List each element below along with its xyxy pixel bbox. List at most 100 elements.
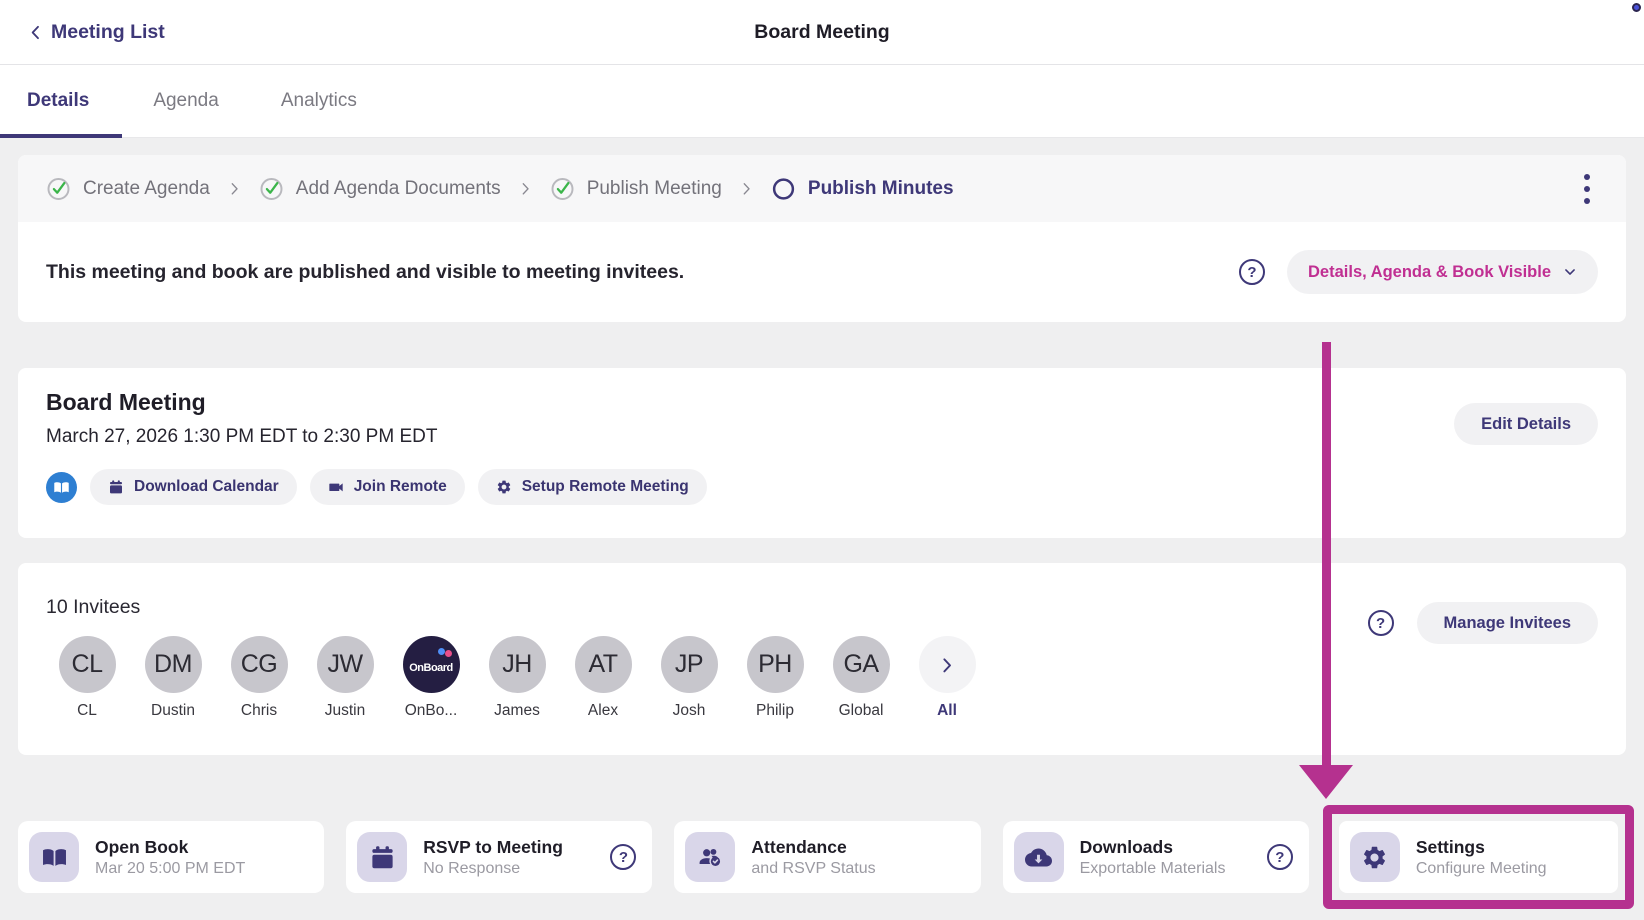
- tab-analytics[interactable]: Analytics: [250, 65, 388, 137]
- all-invitees-circle: [919, 636, 976, 693]
- chevron-right-icon: [518, 181, 533, 196]
- step-add-agenda-documents[interactable]: Add Agenda Documents: [259, 176, 501, 201]
- help-icon[interactable]: ?: [1267, 844, 1293, 870]
- invitee-avatar-row: CL CL DM Dustin CG Chris JW Justin: [46, 636, 1598, 720]
- invitee-name: Global: [839, 702, 884, 720]
- visibility-dropdown[interactable]: Details, Agenda & Book Visible: [1287, 250, 1598, 294]
- card-subtitle: Exportable Materials: [1080, 860, 1226, 878]
- attendance-people-icon: [697, 844, 724, 871]
- publish-status-banner: This meeting and book are published and …: [18, 222, 1626, 322]
- invitee-item[interactable]: CG Chris: [227, 636, 291, 720]
- rsvp-card[interactable]: RSVP to Meeting No Response ?: [346, 821, 652, 893]
- invitee-name: Chris: [241, 702, 277, 720]
- meeting-title: Board Meeting: [46, 389, 707, 416]
- recording-indicator-dot: [1632, 3, 1641, 12]
- chip-label: Download Calendar: [134, 478, 279, 496]
- calendar-icon: [108, 479, 124, 495]
- meeting-datetime: March 27, 2026 1:30 PM EDT to 2:30 PM ED…: [46, 426, 707, 448]
- invitee-item[interactable]: JH James: [485, 636, 549, 720]
- icon-box: [29, 832, 79, 882]
- icon-box: [1014, 832, 1064, 882]
- join-remote-button[interactable]: Join Remote: [310, 469, 465, 505]
- meeting-details-screen: Meeting List Board Meeting Details Agend…: [0, 0, 1644, 920]
- view-all-label: All: [937, 702, 957, 720]
- step-publish-meeting[interactable]: Publish Meeting: [550, 176, 722, 201]
- help-icon[interactable]: ?: [1239, 259, 1265, 285]
- manage-invitees-button[interactable]: Manage Invitees: [1417, 602, 1598, 644]
- invitee-item[interactable]: DM Dustin: [141, 636, 205, 720]
- tab-agenda[interactable]: Agenda: [122, 65, 250, 137]
- help-icon[interactable]: ?: [1368, 610, 1394, 636]
- invitee-name: Philip: [756, 702, 794, 720]
- back-to-meeting-list-link[interactable]: Meeting List: [27, 21, 165, 44]
- onboard-logo-dot: [438, 648, 445, 655]
- cloud-download-icon: [1025, 844, 1052, 871]
- card-text: Open Book Mar 20 5:00 PM EDT: [95, 837, 245, 878]
- kebab-menu-icon: [1584, 173, 1590, 205]
- invitee-item[interactable]: CL CL: [55, 636, 119, 720]
- meeting-actions: Download Calendar Join Remote Setup Remo…: [46, 469, 707, 505]
- workflow-more-menu-button[interactable]: [1576, 171, 1598, 207]
- gear-icon: [1361, 844, 1388, 871]
- attendance-card[interactable]: Attendance and RSVP Status: [674, 821, 980, 893]
- annotation-highlight-box: Settings Configure Meeting: [1323, 805, 1634, 909]
- card-text: Attendance and RSVP Status: [751, 837, 875, 878]
- invitee-name: Dustin: [151, 702, 195, 720]
- open-book-card[interactable]: Open Book Mar 20 5:00 PM EDT: [18, 821, 324, 893]
- invitee-item[interactable]: PH Philip: [743, 636, 807, 720]
- card-subtitle: Mar 20 5:00 PM EDT: [95, 860, 245, 878]
- check-circle-icon: [259, 176, 284, 201]
- chevron-right-icon: [227, 181, 242, 196]
- settings-card[interactable]: Settings Configure Meeting: [1339, 821, 1618, 893]
- gear-icon: [496, 479, 512, 495]
- setup-remote-meeting-button[interactable]: Setup Remote Meeting: [478, 469, 707, 505]
- card-text: Downloads Exportable Materials: [1080, 837, 1226, 878]
- onboard-logo-avatar: OnBoard: [403, 636, 460, 693]
- chip-label: Setup Remote Meeting: [522, 478, 689, 496]
- invitee-name: James: [494, 702, 540, 720]
- avatar: CG: [231, 636, 288, 693]
- invitee-item[interactable]: AT Alex: [571, 636, 635, 720]
- back-link-label: Meeting List: [51, 21, 165, 44]
- invitees-count: 10 Invitees: [46, 596, 140, 619]
- invitees-card: 10 Invitees ? Manage Invitees CL CL DM D…: [18, 563, 1626, 755]
- tab-bar: Details Agenda Analytics: [0, 65, 1644, 138]
- empty-circle-icon: [771, 176, 796, 201]
- page-title: Board Meeting: [0, 21, 1644, 44]
- help-icon[interactable]: ?: [610, 844, 636, 870]
- avatar: PH: [747, 636, 804, 693]
- invitee-item[interactable]: JP Josh: [657, 636, 721, 720]
- avatar: GA: [833, 636, 890, 693]
- tab-details[interactable]: Details: [0, 65, 122, 137]
- view-all-invitees-button[interactable]: All: [915, 636, 979, 720]
- publish-status-message: This meeting and book are published and …: [46, 261, 684, 284]
- calendar-icon: [369, 844, 396, 871]
- step-create-agenda[interactable]: Create Agenda: [46, 176, 210, 201]
- downloads-card[interactable]: Downloads Exportable Materials ?: [1003, 821, 1309, 893]
- step-label: Create Agenda: [83, 178, 210, 200]
- invitee-item[interactable]: GA Global: [829, 636, 893, 720]
- invitee-name: CL: [77, 702, 97, 720]
- open-book-icon: [41, 844, 68, 871]
- invitee-name: Josh: [673, 702, 706, 720]
- invitees-header-controls: ? Manage Invitees: [1368, 602, 1598, 644]
- video-camera-icon: [328, 479, 344, 495]
- top-bar: Meeting List Board Meeting: [0, 0, 1644, 65]
- workflow-steps: Create Agenda Add Agenda Documents: [18, 155, 1626, 222]
- visibility-dropdown-value: Details, Agenda & Book Visible: [1308, 263, 1551, 282]
- invitee-item-onboard[interactable]: OnBoard OnBo...: [399, 636, 463, 720]
- avatar: AT: [575, 636, 632, 693]
- icon-box: [1350, 832, 1400, 882]
- step-label: Publish Meeting: [587, 178, 722, 200]
- edit-details-button[interactable]: Edit Details: [1454, 403, 1598, 445]
- card-subtitle: and RSVP Status: [751, 860, 875, 878]
- step-publish-minutes[interactable]: Publish Minutes: [771, 176, 954, 201]
- icon-box: [357, 832, 407, 882]
- card-title: RSVP to Meeting: [423, 837, 563, 858]
- invitee-name: Justin: [325, 702, 366, 720]
- avatar: DM: [145, 636, 202, 693]
- invitee-item[interactable]: JW Justin: [313, 636, 377, 720]
- open-book-quick-button[interactable]: [46, 472, 77, 503]
- download-calendar-button[interactable]: Download Calendar: [90, 469, 297, 505]
- invitee-name: OnBo...: [405, 702, 458, 720]
